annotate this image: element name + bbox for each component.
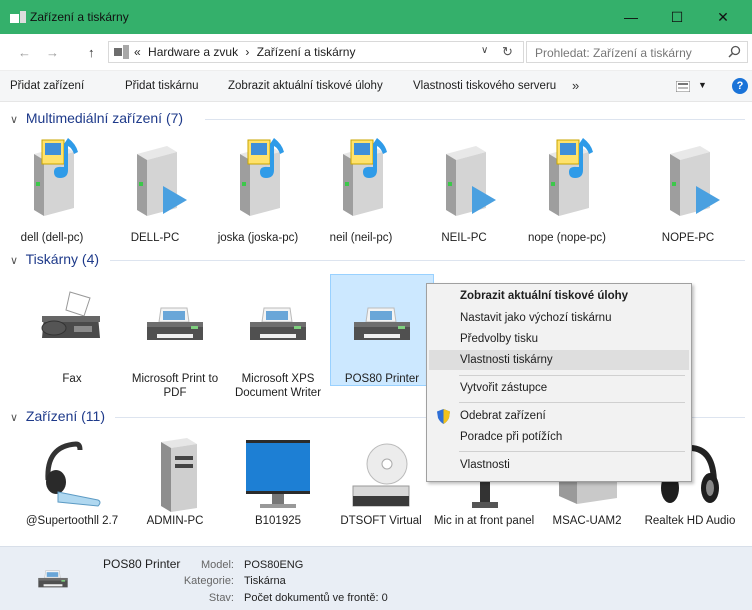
menu-item-printer-properties[interactable]: Vlastnosti tiskárny (429, 350, 689, 370)
details-category-key: Kategorie: (183, 575, 234, 587)
breadcrumb-hardware[interactable]: Hardware a zvuk (148, 45, 238, 59)
control-panel-icon (114, 45, 129, 59)
menu-item-preferences[interactable]: Předvolby tisku (429, 329, 689, 349)
printer-label: Microsoft Print to PDF (131, 373, 219, 399)
printer-icon (143, 282, 207, 366)
group-label: Tiskárny (4) (25, 251, 100, 267)
device-label: joska (joska-pc) (217, 232, 299, 244)
server-icon (161, 438, 197, 512)
media-pc-play-icon (656, 134, 720, 218)
group-header-printers[interactable]: ∨ Tiskárny (4) (10, 251, 99, 267)
device-label: NOPE-PC (661, 232, 715, 244)
chevron-down-icon[interactable]: ∨ (10, 254, 22, 267)
details-category-value: Tiskárna (244, 575, 286, 587)
add-device-button[interactable]: Přidat zařízení (10, 80, 84, 92)
device-label: ADMIN-PC (146, 515, 204, 527)
printer-label: Microsoft XPS Document Writer (234, 373, 322, 399)
minimize-button[interactable]: — (608, 0, 654, 34)
devices-printers-icon (10, 11, 26, 23)
menu-item-create-shortcut[interactable]: Vytvořit zástupce (429, 378, 689, 398)
group-label: Multimediální zařízení (7) (25, 110, 184, 126)
menu-item-properties[interactable]: Vlastnosti (429, 455, 689, 475)
menu-item-remove-device[interactable]: Odebrat zařízení (429, 406, 689, 426)
context-menu: Zobrazit aktuální tiskové úlohy Nastavit… (426, 283, 692, 482)
back-button[interactable]: ← (18, 45, 31, 60)
device-label: Realtek HD Audio 2nd output (644, 515, 736, 527)
menu-separator (459, 402, 685, 403)
details-model-key: Model: (200, 559, 234, 571)
device-label: DTSOFT Virtual CdRom Device (340, 515, 422, 527)
media-pc-play-icon (123, 134, 187, 218)
search-placeholder: Prohledat: Zařízení a tiskárny (535, 46, 692, 60)
help-icon[interactable]: ? (732, 78, 748, 94)
menu-item-label: Odebrat zařízení (460, 410, 546, 422)
command-bar: Přidat zařízení Přidat tiskárnu Zobrazit… (0, 70, 752, 102)
device-label: MSAC-UAM2 (552, 515, 622, 527)
menu-item-set-default[interactable]: Nastavit jako výchozí tiskárnu (429, 308, 689, 328)
breadcrumb-separator[interactable]: › (245, 45, 249, 59)
fax-icon (41, 291, 100, 338)
device-label: Mic in at front panel (Pink) (433, 515, 535, 527)
server-properties-button[interactable]: Vlastnosti tiskového serveru (413, 80, 556, 92)
device-label: nope (nope-pc) (528, 232, 606, 244)
group-label: Zařízení (11) (25, 408, 105, 424)
headset-icon (45, 441, 101, 507)
view-options-icon[interactable] (676, 81, 690, 92)
divider (110, 260, 745, 261)
chevron-down-icon[interactable]: ∨ (10, 411, 22, 424)
details-pane: POS80 Printer Model: POS80ENG Kategorie:… (0, 546, 752, 610)
search-input[interactable]: Prohledat: Zařízení a tiskárny (526, 41, 748, 63)
forward-button[interactable]: → (46, 45, 59, 60)
media-pc-note-icon (20, 138, 78, 218)
menu-separator (459, 451, 685, 452)
add-printer-button[interactable]: Přidat tiskárnu (125, 80, 199, 92)
device-label: neil (neil-pc) (329, 232, 393, 244)
title-bar: Zařízení a tiskárny — ☐ ✕ (0, 0, 752, 34)
window-title: Zařízení a tiskárny (30, 10, 129, 24)
printer-icon (30, 557, 76, 601)
address-dropdown-icon[interactable]: ∨ (481, 45, 488, 56)
printer-icon (350, 282, 414, 366)
close-button[interactable]: ✕ (700, 0, 746, 34)
view-dropdown-icon[interactable]: ▼ (698, 80, 707, 90)
more-commands-icon[interactable]: » (572, 78, 579, 93)
device-label: DELL-PC (130, 232, 180, 244)
menu-item-print-queue[interactable]: Zobrazit aktuální tiskové úlohy (429, 286, 689, 306)
print-queue-button[interactable]: Zobrazit aktuální tiskové úlohy (228, 80, 383, 92)
chevron-down-icon[interactable]: ∨ (10, 113, 22, 126)
monitor-icon (246, 440, 310, 508)
cd-drive-icon (352, 443, 410, 507)
refresh-icon[interactable]: ↻ (502, 44, 513, 60)
media-pc-note-icon (535, 138, 593, 218)
media-pc-note-icon (226, 138, 284, 218)
search-icon[interactable] (728, 45, 741, 58)
group-header-multimedia[interactable]: ∨ Multimediální zařízení (7) (10, 110, 183, 126)
device-label: B101925 (254, 515, 302, 527)
breadcrumb-overflow[interactable]: « (134, 45, 141, 59)
printer-icon (246, 282, 310, 366)
printer-label: POS80 Printer (344, 373, 420, 385)
address-bar[interactable]: « Hardware a zvuk › Zařízení a tiskárny … (108, 41, 524, 63)
device-label: dell (dell-pc) (20, 232, 84, 244)
details-model-value: POS80ENG (244, 559, 304, 571)
breadcrumb-devices[interactable]: Zařízení a tiskárny (257, 45, 356, 59)
media-pc-note-icon (329, 138, 387, 218)
printer-label: Fax (62, 373, 82, 385)
device-label: @Supertoothll 2.7 (25, 515, 119, 527)
details-status-key: Stav: (208, 592, 234, 604)
divider (205, 119, 745, 120)
menu-item-troubleshoot[interactable]: Poradce při potížích (429, 427, 689, 447)
maximize-button[interactable]: ☐ (654, 0, 700, 34)
device-label: NEIL-PC (441, 232, 487, 244)
details-status-value: Počet dokumentů ve frontě: 0 (244, 592, 388, 604)
shield-icon (437, 409, 450, 424)
up-button[interactable]: ↑ (88, 45, 95, 60)
menu-separator (459, 375, 685, 376)
address-row: ← → ↑ « Hardware a zvuk › Zařízení a tis… (0, 34, 752, 70)
media-pc-play-icon (432, 134, 496, 218)
group-header-devices[interactable]: ∨ Zařízení (11) (10, 408, 105, 424)
